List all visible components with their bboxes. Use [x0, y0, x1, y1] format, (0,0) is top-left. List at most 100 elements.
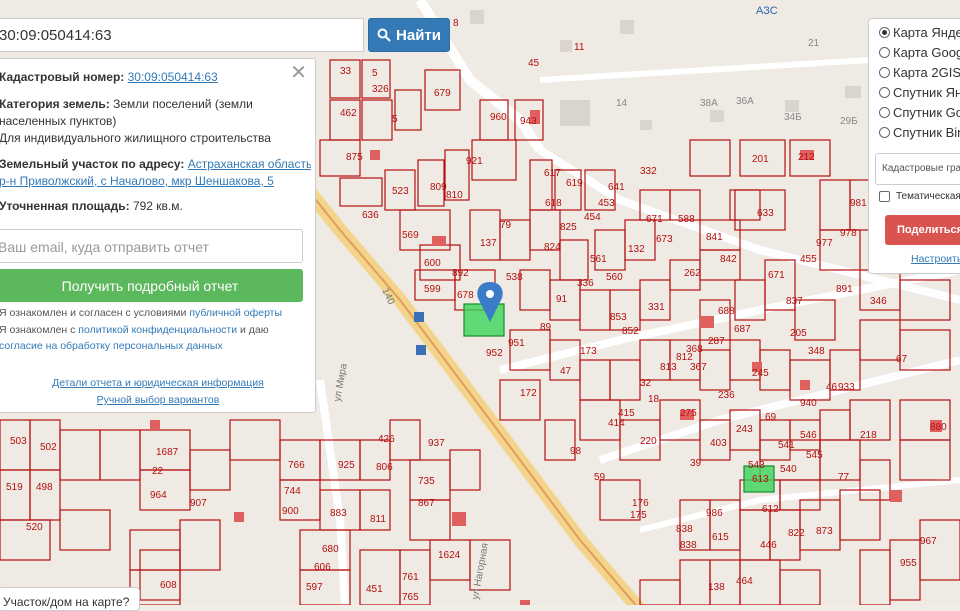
svg-text:810: 810	[446, 190, 463, 201]
address-link-2[interactable]: р-н Приволжский, с Началово, мкр Шеншако…	[0, 173, 311, 190]
svg-text:243: 243	[736, 424, 753, 435]
layer-label: Карта 2GIS	[893, 65, 960, 80]
svg-text:883: 883	[330, 508, 347, 519]
svg-text:588: 588	[678, 214, 695, 225]
svg-text:502: 502	[40, 442, 57, 453]
find-button[interactable]: Найти	[368, 18, 450, 52]
svg-text:837: 837	[786, 296, 803, 307]
layer-option-yandex-map[interactable]: Карта Яндекс	[879, 25, 960, 40]
get-report-button[interactable]: Получить подробный отчет	[0, 269, 303, 302]
svg-text:986: 986	[706, 508, 723, 519]
search-input[interactable]: 30:09:050414:63	[0, 18, 364, 52]
svg-text:45: 45	[528, 58, 540, 69]
svg-text:5: 5	[372, 68, 378, 79]
radio-icon[interactable]	[879, 47, 890, 58]
personal-data-link[interactable]: согласие на обработку персональных данны…	[0, 340, 223, 352]
svg-text:977: 977	[816, 238, 833, 249]
overlay-select[interactable]: Кадастровые границы	[875, 153, 960, 185]
svg-text:426: 426	[378, 434, 395, 445]
svg-text:964: 964	[150, 490, 167, 501]
land-category-row: Категория земель: Земли поселений (земли	[0, 96, 311, 113]
email-field[interactable]: Ваш email, куда отправить отчет	[0, 229, 303, 263]
svg-text:761: 761	[402, 572, 419, 583]
svg-text:613: 613	[752, 474, 769, 485]
privacy-policy-link[interactable]: политикой конфиденциальности	[78, 324, 237, 336]
svg-text:18: 18	[648, 394, 660, 405]
svg-text:842: 842	[720, 254, 737, 265]
svg-text:205: 205	[790, 328, 807, 339]
bottom-tip[interactable]: Участок/дом на карте?	[0, 587, 140, 611]
address-label: Земельный участок по адресу:	[0, 157, 185, 171]
svg-text:671: 671	[646, 214, 663, 225]
svg-text:680: 680	[322, 544, 339, 555]
svg-text:29Б: 29Б	[840, 116, 858, 127]
svg-text:907: 907	[190, 498, 207, 509]
parcel-info-panel: ✕ Кадастровый номер: 30:09:050414:63 Кат…	[0, 58, 316, 413]
svg-text:11: 11	[574, 42, 585, 53]
svg-text:600: 600	[424, 258, 441, 269]
svg-text:852: 852	[622, 326, 639, 337]
radio-icon[interactable]	[879, 87, 890, 98]
layer-switcher-panel: Карта Яндекс Карта Google Карта 2GIS Спу…	[868, 18, 960, 274]
svg-text:1624: 1624	[438, 550, 461, 561]
svg-text:201: 201	[752, 154, 769, 165]
thematic-toggle[interactable]: Тематическая карта	[879, 191, 960, 202]
svg-text:262: 262	[684, 268, 701, 279]
radio-icon[interactable]	[879, 27, 890, 38]
setup-link[interactable]: Настроить	[911, 253, 960, 265]
radio-icon[interactable]	[879, 127, 890, 138]
svg-text:332: 332	[640, 166, 657, 177]
public-offer-link[interactable]: публичной оферты	[189, 307, 282, 319]
svg-text:462: 462	[340, 108, 357, 119]
svg-text:679: 679	[434, 88, 451, 99]
radio-icon[interactable]	[879, 67, 890, 78]
checkbox-icon[interactable]	[879, 191, 890, 202]
land-use-value: Для индивидуального жилищного строительс…	[0, 131, 271, 145]
address-row: Земельный участок по адресу: Астраханска…	[0, 156, 311, 173]
radio-icon[interactable]	[879, 107, 890, 118]
svg-text:546: 546	[800, 430, 817, 441]
layer-option-google-sat[interactable]: Спутник Google	[879, 105, 960, 120]
layer-option-google-map[interactable]: Карта Google	[879, 45, 960, 60]
svg-text:978: 978	[840, 228, 857, 239]
svg-text:824: 824	[544, 242, 561, 253]
layer-label: Спутник Bing	[893, 125, 960, 140]
svg-text:8: 8	[453, 18, 459, 29]
share-button[interactable]: Поделиться	[885, 215, 960, 245]
search-value: 30:09:050414:63	[0, 27, 112, 44]
svg-text:175: 175	[630, 510, 647, 521]
area-value: 792 кв.м.	[132, 199, 183, 213]
details-link[interactable]: Детали отчета и юридическая информация	[0, 377, 317, 389]
address-link[interactable]: Астраханская область,	[188, 157, 311, 171]
svg-text:636: 636	[362, 210, 379, 221]
svg-text:925: 925	[338, 460, 355, 471]
svg-text:619: 619	[566, 178, 583, 189]
manual-choice-link[interactable]: Ручной выбор вариантов	[0, 394, 317, 406]
svg-text:519: 519	[6, 482, 23, 493]
svg-text:403: 403	[710, 438, 727, 449]
cad-number-link[interactable]: 30:09:050414:63	[128, 70, 218, 84]
svg-text:132: 132	[628, 244, 645, 255]
svg-text:561: 561	[590, 254, 607, 265]
svg-text:744: 744	[284, 486, 301, 497]
svg-text:597: 597	[306, 582, 323, 593]
thematic-label: Тематическая карта	[896, 191, 960, 202]
layer-option-2gis-map[interactable]: Карта 2GIS	[879, 65, 960, 80]
consent-privacy-text: Я ознакомлен с	[0, 324, 79, 336]
svg-text:236: 236	[718, 390, 735, 401]
find-button-label: Найти	[396, 26, 441, 44]
svg-text:520: 520	[26, 522, 43, 533]
land-category-value-2: населенных пунктов)	[0, 114, 117, 128]
consent-offer-text: Я ознакомлен и согласен с условиями	[0, 307, 190, 319]
svg-text:137: 137	[480, 238, 497, 249]
svg-text:943: 943	[520, 116, 537, 127]
svg-text:1687: 1687	[156, 447, 179, 458]
cad-number-label: Кадастровый номер:	[0, 70, 125, 84]
svg-text:451: 451	[366, 584, 383, 595]
layer-option-bing-sat[interactable]: Спутник Bing	[879, 125, 960, 140]
svg-text:937: 937	[428, 438, 445, 449]
svg-text:545: 545	[806, 450, 823, 461]
layer-option-yandex-sat[interactable]: Спутник Яндекс	[879, 85, 960, 100]
svg-text:765: 765	[402, 592, 419, 603]
svg-text:933: 933	[838, 382, 855, 393]
